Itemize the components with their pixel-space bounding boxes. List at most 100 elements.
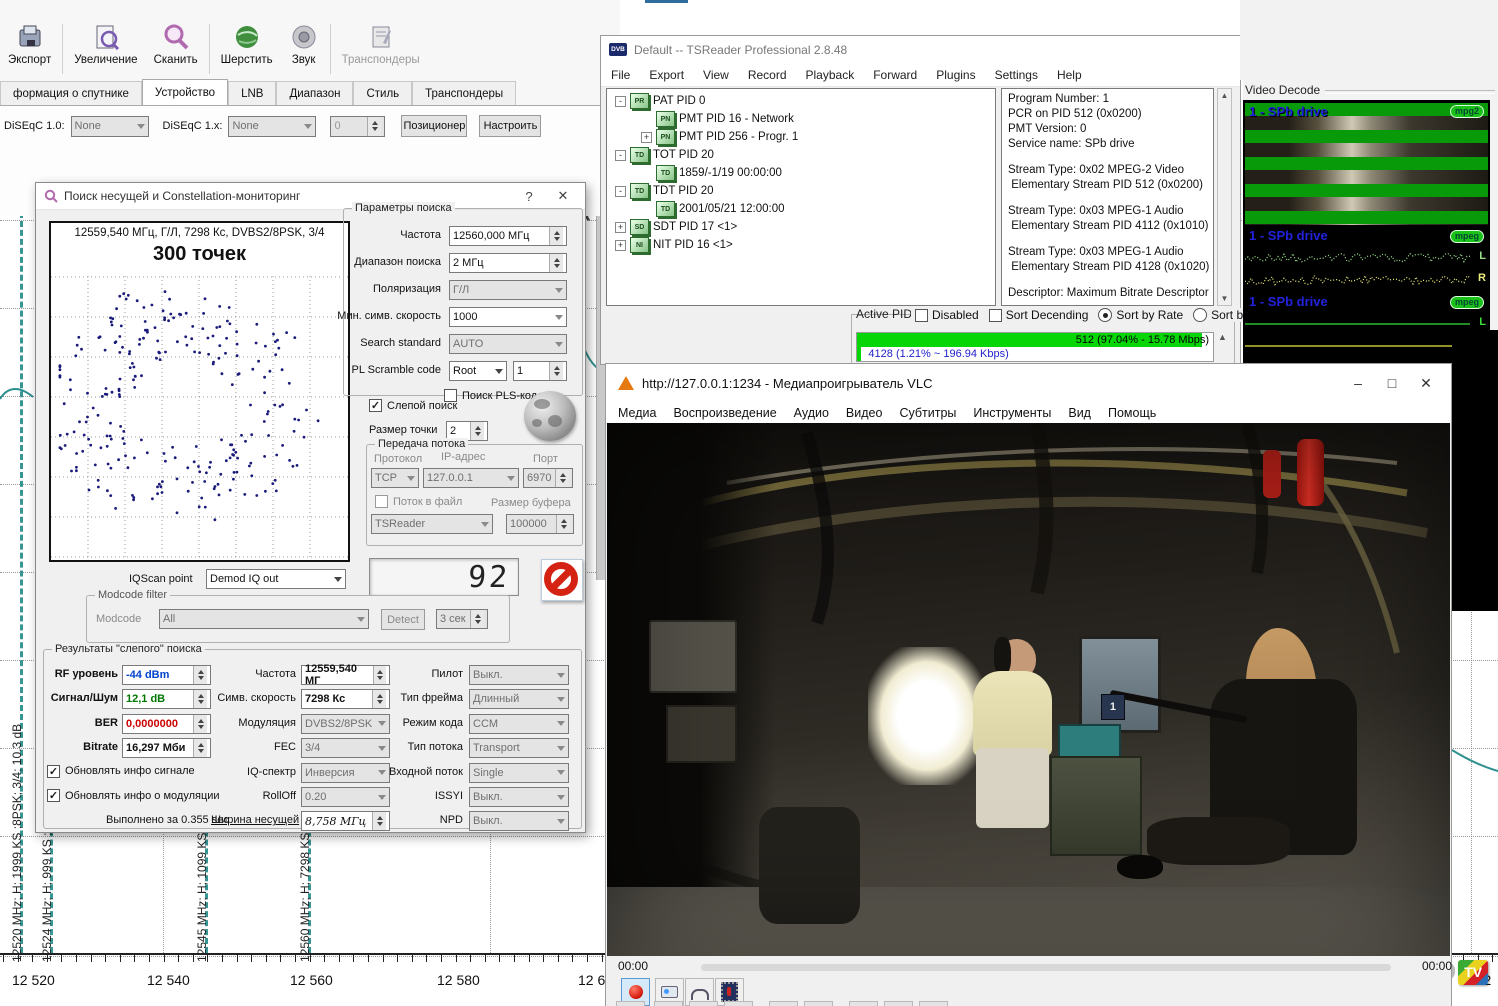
port-stepper[interactable]: 6970 [523,468,573,488]
result-select[interactable]: Длинный [469,689,569,709]
cut-button[interactable] [616,1001,645,1006]
modcode-select[interactable]: All [159,609,369,629]
tsreader-titlebar[interactable]: DVB Default -- TSReader Professional 2.8… [601,36,1240,63]
transponders-button[interactable]: Транспондеры [334,20,428,78]
spinner-icon[interactable] [193,739,207,757]
tab-транспондеры[interactable]: Транспондеры [412,81,516,106]
spinner-icon[interactable] [372,812,386,830]
reader-select[interactable]: TSReader [371,514,493,534]
export-button[interactable]: Экспорт [0,20,59,78]
menu-plugins[interactable]: Plugins [936,68,975,82]
collapse-icon[interactable]: - [615,186,626,197]
result-select[interactable]: Выкл. [469,787,569,807]
help-button[interactable]: ? [515,189,543,204]
param-select[interactable]: AUTO [449,334,567,354]
expand-icon[interactable]: + [615,240,626,251]
tree-row[interactable]: -TDTDT PID 20 [607,182,995,200]
cut-button[interactable] [724,1001,753,1006]
spinner-icon[interactable] [556,515,570,533]
tree-row[interactable]: +NINIT PID 16 <1> [607,236,995,254]
tree-row[interactable]: +PNPMT PID 256 - Progr. 1 [607,128,995,146]
spinner-icon[interactable] [372,690,386,708]
param-select[interactable]: Г/Л [449,280,567,300]
tab-lnb[interactable]: LNB [228,81,276,106]
spinner-icon[interactable] [193,666,207,684]
menu-forward[interactable]: Forward [873,68,917,82]
result-input[interactable]: 7298 Кс [301,689,390,709]
result-select[interactable]: Single [469,763,569,783]
cut-button[interactable] [919,1001,948,1006]
scan-magnifier-button[interactable]: Сканить [146,20,206,78]
tree-row[interactable]: PNPMT PID 16 - Network [607,110,995,128]
sweep-globe-button[interactable]: Шерстить [213,20,281,78]
dialog-titlebar[interactable]: Поиск несущей и Constellation-мониторинг… [36,183,585,210]
vlc-menu-субтитры[interactable]: Субтитры [899,406,956,420]
detect-interval-stepper[interactable]: 3 сек [436,609,488,629]
tree-row[interactable]: -TDTOT PID 20 [607,146,995,164]
spinner-icon[interactable] [470,422,484,440]
stream-to-file-checkbox[interactable]: Поток в файл [375,495,462,508]
detect-button[interactable]: Detect [381,609,425,630]
vlc-menu-инструменты[interactable]: Инструменты [973,406,1051,420]
setup-button[interactable]: Настроить [479,115,541,137]
buffer-size-stepper[interactable]: 100000 [506,514,574,534]
sort-descending-checkbox[interactable]: Sort Decending [989,308,1089,322]
stop-icon[interactable] [541,559,583,601]
spinner-icon[interactable] [193,690,207,708]
vlc-titlebar[interactable]: http://127.0.0.1:1234 - Медиапроигрывате… [606,364,1451,402]
result-input[interactable]: 12559,540 МГ [301,665,390,685]
result-select[interactable]: Выкл. [469,665,569,685]
result-select[interactable]: DVBS2/8PSK [301,714,390,734]
result-select[interactable]: CCM [469,714,569,734]
tab-стиль[interactable]: Стиль [353,81,412,106]
menu-help[interactable]: Help [1057,68,1082,82]
result-input[interactable]: 0,0000000 [122,714,211,734]
expand-icon[interactable]: + [641,132,652,143]
vlc-menu-аудио[interactable]: Аудио [794,406,829,420]
vlc-menu-медиа[interactable]: Медиа [618,406,656,420]
pls-index-stepper[interactable]: 1 [513,361,567,381]
iqscan-select[interactable]: Demod IQ out [206,569,346,589]
pid-rate-bar[interactable]: 512 (97.04% - 15.78 Mbps) [857,333,1213,347]
scroll-down-icon[interactable]: ▼ [1221,294,1229,303]
param-input[interactable]: 1000 [449,307,567,327]
close-button[interactable]: ✕ [549,188,577,204]
menu-playback[interactable]: Playback [806,68,855,82]
result-select[interactable]: 0.20 [301,787,390,807]
diseqc1x-select[interactable]: None [228,116,316,137]
tree-row[interactable]: +SDSDT PID 17 <1> [607,218,995,236]
vlc-menu-видео[interactable]: Видео [846,406,883,420]
info-scrollbar[interactable]: ▲▼ [1217,88,1232,306]
menu-file[interactable]: File [611,68,630,82]
spinner-icon[interactable] [470,610,484,628]
result-input[interactable]: -44 dBm [122,665,211,685]
result-select[interactable]: 3/4 [301,738,390,758]
result-input[interactable]: 8,758 МГц [301,811,390,831]
minimize-button[interactable]: – [1345,375,1371,391]
result-select[interactable]: Transport [469,738,569,758]
tab-формация-о-спутнике[interactable]: формация о спутнике [0,81,142,106]
spinner-icon[interactable] [193,715,207,733]
disabled-checkbox[interactable]: Disabled [915,308,979,322]
menu-record[interactable]: Record [748,68,787,82]
seek-bar[interactable] [701,964,1391,971]
param-input[interactable]: 2 МГц [449,253,567,273]
positioner-button[interactable]: Позиционер [401,115,467,137]
tree-row[interactable]: TD1859/-1/19 00:00:00 [607,164,995,182]
result-select[interactable]: Инверсия [301,763,390,783]
spinner-icon[interactable] [373,666,386,684]
result-input[interactable]: 12,1 dB [122,689,211,709]
diseqc10-select[interactable]: None [71,116,149,137]
cut-button[interactable] [689,1001,718,1006]
param-input[interactable]: 12560,000 МГц [449,226,567,246]
close-button[interactable]: ✕ [1413,375,1439,392]
cut-button[interactable] [804,1001,833,1006]
blind-search-checkbox[interactable]: ✓ Слепой поиск [369,399,457,412]
menu-settings[interactable]: Settings [995,68,1038,82]
tree-row[interactable]: -PRPAT PID 0 [607,92,995,110]
tree-row[interactable]: TD2001/05/21 12:00:00 [607,200,995,218]
expand-icon[interactable]: + [615,222,626,233]
update-checkbox[interactable]: ✓Обновлять инфо о модуляции [47,789,220,802]
result-input[interactable]: 16,297 Мби [122,738,211,758]
menu-export[interactable]: Export [649,68,684,82]
